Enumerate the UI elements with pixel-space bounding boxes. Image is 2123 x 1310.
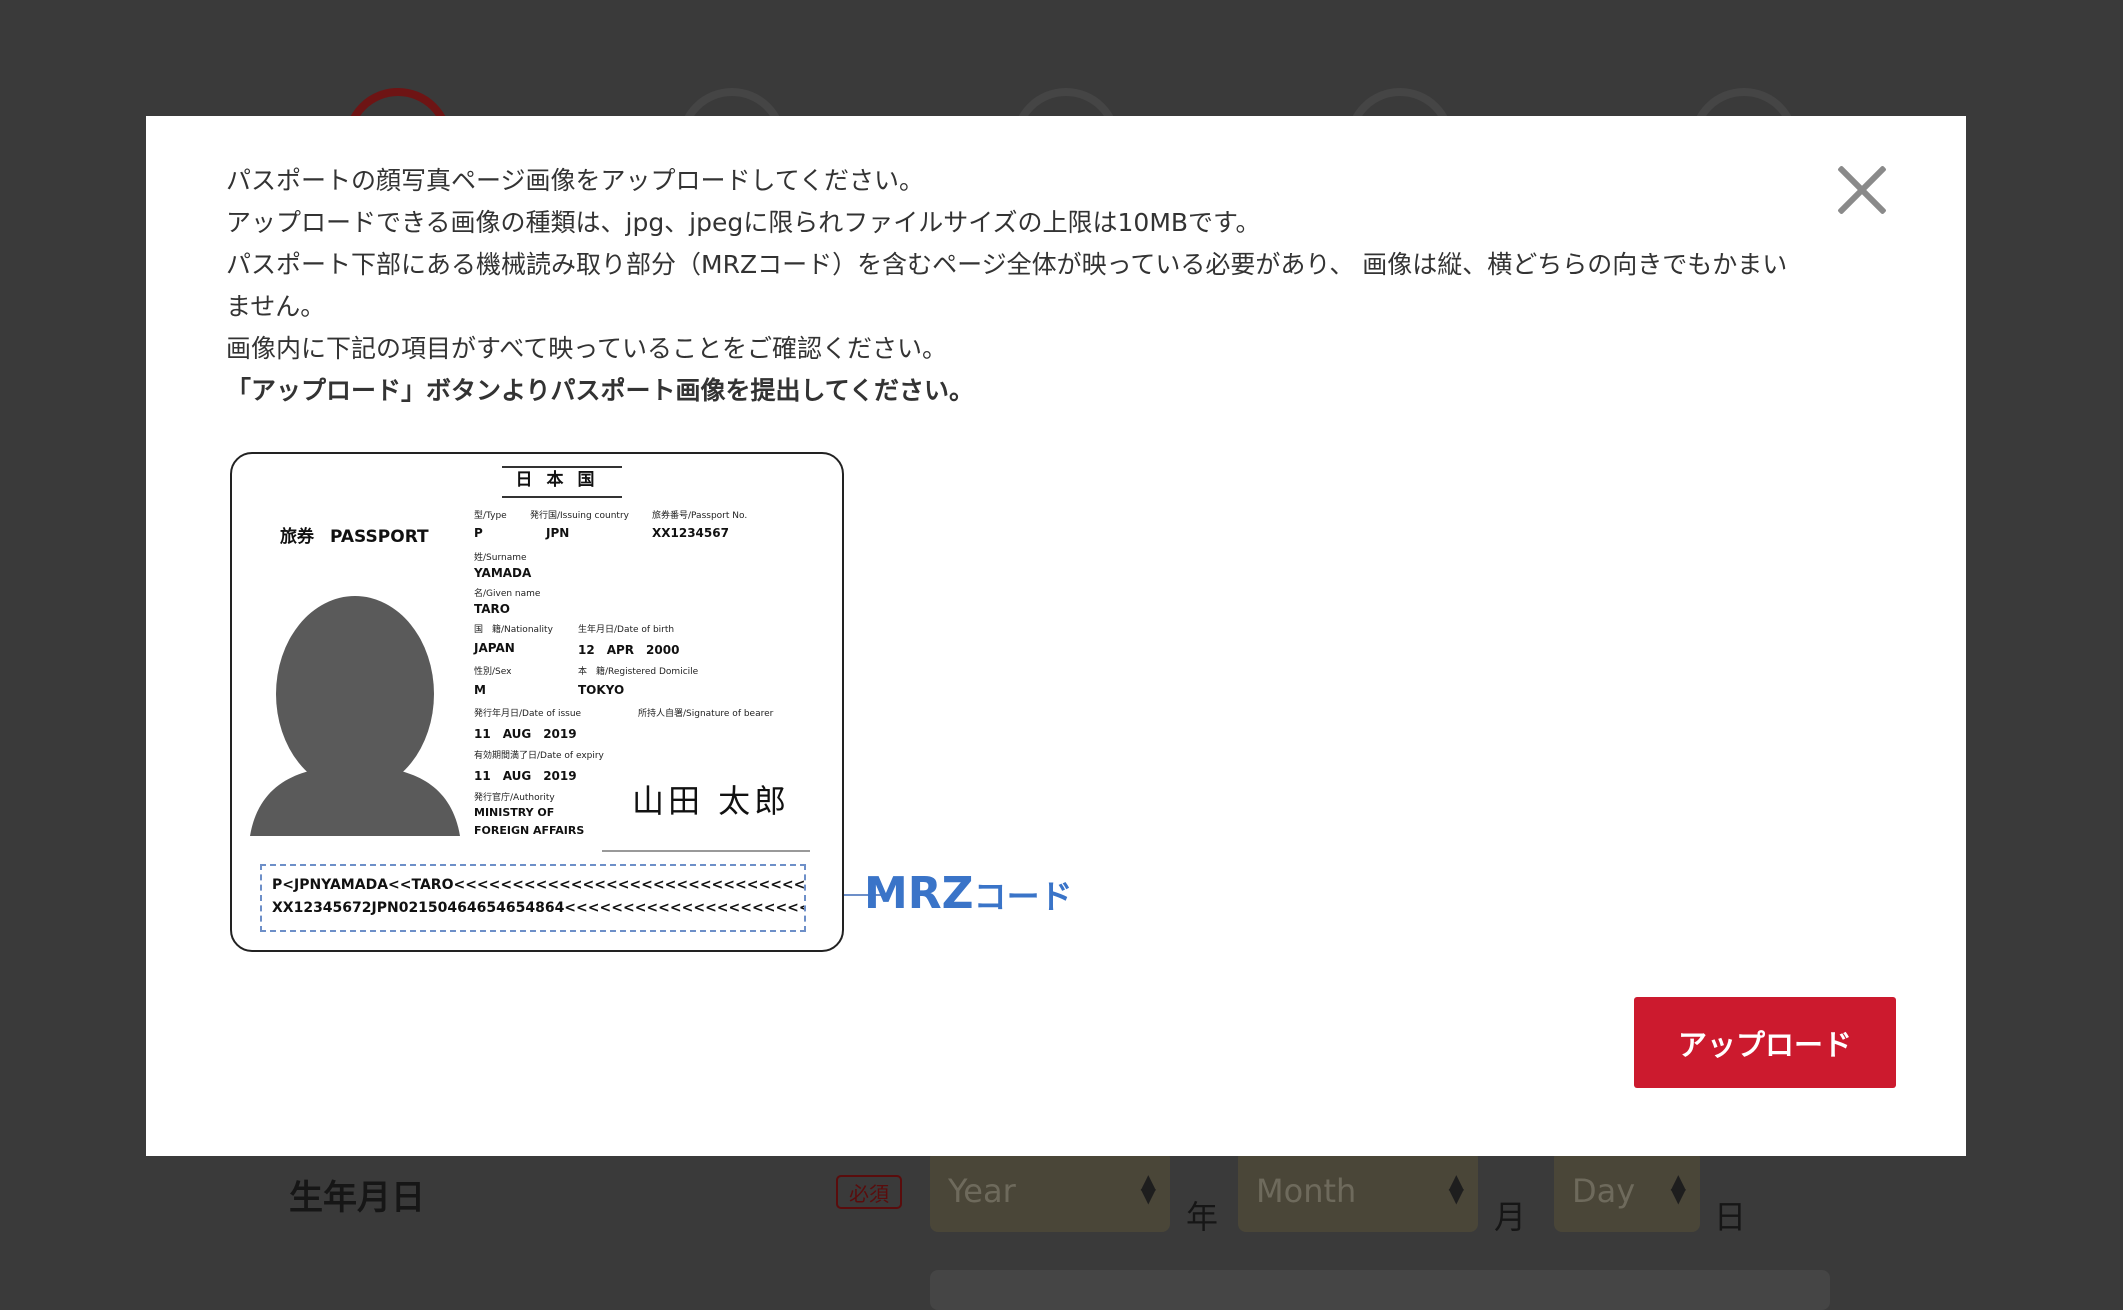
select-arrows-icon: ▲ ▼ [1140,1169,1156,1207]
birthdate-label: 生年月日 [289,1178,425,1218]
expiry-date-label: 有効期間満了日/Date of expiry [474,751,604,761]
portrait-silhouette-icon [250,596,460,836]
mrz-caption-kana: コード [973,877,1073,916]
passport-country: 日本国 [502,466,622,498]
instructions: パスポートの顔写真ページ画像をアップロードしてください。 アップロードできる画像… [226,160,1806,412]
mrz-caption-main: MRZ [864,868,974,919]
mrz-code-box: P<JPNYAMADA<<TARO<<<<<<<<<<<<<<<<<<<<<<<… [260,864,806,932]
type-value: P [474,526,483,540]
passport-number-label: 旅券番号/Passport No. [652,511,748,521]
type-label: 型/Type [474,511,507,521]
domicile-value: TOKYO [578,683,625,697]
sex-label: 性別/Sex [474,667,512,677]
signature-line [602,850,810,852]
authority-value: MINISTRY OF [474,806,555,819]
passport-upload-modal: パスポートの顔写真ページ画像をアップロードしてください。 アップロードできる画像… [146,116,1966,1156]
instruction-line: パスポートの顔写真ページ画像をアップロードしてください。 [226,166,925,195]
surname-label: 姓/Surname [474,553,527,563]
issuing-country-label: 発行国/Issuing country [530,511,629,521]
surname-value: YAMADA [474,566,532,580]
authority-value: FOREIGN AFFAIRS [474,824,585,837]
background-input [930,1270,1830,1310]
instruction-emphasis: 「アップロード」ボタンよりパスポート画像を提出してください。 [226,376,975,405]
upload-button[interactable]: アップロード [1634,997,1896,1088]
given-name-label: 名/Given name [474,589,541,599]
required-badge: 必須 [836,1175,902,1209]
month-select-value: Month [1256,1172,1357,1210]
domicile-label: 本 籍/Registered Domicile [578,667,699,677]
nationality-label: 国 籍/Nationality [474,625,553,635]
select-arrows-icon: ▲ ▼ [1448,1169,1464,1207]
issuing-country-value: JPN [546,526,570,540]
passport-title-ja: 旅券 [280,527,314,547]
day-select-value: Day [1572,1172,1636,1210]
year-select[interactable]: Year ▲ ▼ [930,1150,1170,1232]
month-select[interactable]: Month ▲ ▼ [1238,1150,1478,1232]
signature-label: 所持人自署/Signature of bearer [638,709,774,719]
select-arrows-icon: ▲ ▼ [1670,1169,1686,1207]
year-select-value: Year [948,1172,1016,1210]
bearer-signature: 山田 太郎 [632,782,791,820]
dob-value: 12 APR 2000 [578,643,680,657]
close-icon[interactable] [1836,164,1888,216]
expiry-date-value: 11 AUG 2019 [474,769,577,783]
nationality-value: JAPAN [474,641,515,655]
month-unit: 月 [1494,1198,1527,1236]
sex-value: M [474,683,486,697]
issue-date-label: 発行年月日/Date of issue [474,709,582,719]
instruction-line: 画像内に下記の項目がすべて映っていることをご確認ください。 [226,334,948,363]
mrz-caption: MRZコード [864,868,1073,919]
authority-label: 発行官庁/Authority [474,793,555,803]
mrz-line: P<JPNYAMADA<<TARO<<<<<<<<<<<<<<<<<<<<<<<… [272,877,806,893]
passport-title: 旅券 PASSPORT [280,522,429,547]
passport-sample-image: 日本国 旅券 PASSPORT 型/Type 発行国/Issuing countr… [230,452,844,952]
passport-title-en: PASSPORT [330,527,429,547]
dob-label: 生年月日/Date of birth [578,625,675,635]
instruction-line: パスポート下部にある機械読み取り部分（MRZコード）を含むページ全体が映っている… [226,250,1788,321]
day-unit: 日 [1714,1198,1747,1236]
given-name-value: TARO [474,602,510,616]
instruction-line: アップロードできる画像の種類は、jpg、jpegに限られファイルサイズの上限は1… [226,208,1261,237]
mrz-line: XX12345672JPN02150464654654864<<<<<<<<<<… [272,900,806,916]
day-select[interactable]: Day ▲ ▼ [1554,1150,1700,1232]
issue-date-value: 11 AUG 2019 [474,727,577,741]
passport-number-value: XX1234567 [652,526,729,540]
year-unit: 年 [1186,1198,1219,1236]
